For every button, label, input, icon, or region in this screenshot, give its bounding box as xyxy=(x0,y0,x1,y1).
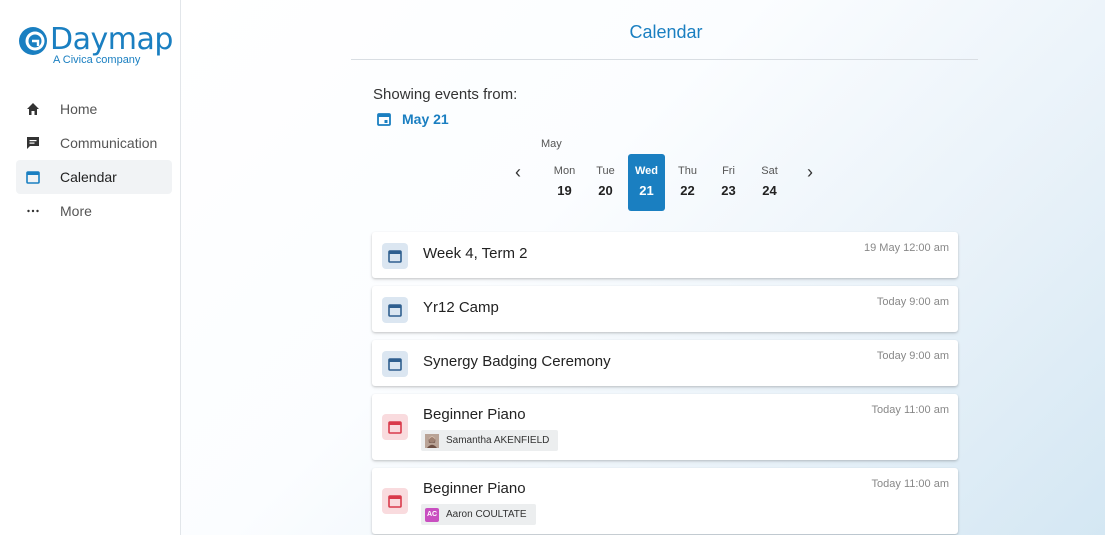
brand-name: Daymap xyxy=(50,22,173,57)
home-icon xyxy=(24,100,42,118)
day-thu[interactable]: Thu 22 xyxy=(669,154,706,211)
event-calendar-icon xyxy=(382,488,408,514)
event-title: Synergy Badging Ceremony xyxy=(423,353,611,370)
event-card[interactable]: Beginner Piano Today 11:00 am AC Aaron C… xyxy=(372,468,958,534)
chevron-right-icon: › xyxy=(807,161,813,182)
daymap-logo-icon xyxy=(19,27,47,55)
event-title: Week 4, Term 2 xyxy=(423,245,528,262)
brand-subtitle: A Civica company xyxy=(53,54,141,66)
daymap-logo[interactable]: Daymap A Civica company xyxy=(18,22,173,72)
sidebar-item-label: Home xyxy=(60,101,98,117)
sidebar-item-calendar[interactable]: Calendar xyxy=(16,160,172,194)
date-picker-button[interactable]: May 21 xyxy=(376,111,449,127)
calendar-icon xyxy=(24,168,42,186)
event-time: Today 9:00 am xyxy=(876,350,949,362)
event-card[interactable]: Synergy Badging Ceremony Today 9:00 am xyxy=(372,340,958,386)
event-list: Week 4, Term 2 19 May 12:00 am Yr12 Camp… xyxy=(372,232,958,535)
day-name: Tue xyxy=(596,165,615,177)
event-time: Today 9:00 am xyxy=(876,296,949,308)
sidebar-item-communication[interactable]: Communication xyxy=(16,126,172,160)
day-date: 24 xyxy=(762,183,777,198)
person-chip[interactable]: AC Aaron COULTATE xyxy=(421,504,536,525)
sidebar-item-label: Calendar xyxy=(60,169,117,185)
event-title: Beginner Piano xyxy=(423,406,526,423)
showing-events-label: Showing events from: xyxy=(373,86,518,103)
main-content: Calendar Showing events from: May 21 May… xyxy=(181,0,1105,535)
day-date: 19 xyxy=(557,183,572,198)
day-name: Sat xyxy=(761,165,778,177)
sidebar-item-label: More xyxy=(60,203,92,219)
day-mon[interactable]: Mon 19 xyxy=(546,154,583,211)
sidebar-item-label: Communication xyxy=(60,135,158,151)
event-time: Today 11:00 am xyxy=(871,404,949,416)
more-dots-icon xyxy=(24,202,42,220)
selected-date: May 21 xyxy=(402,111,449,127)
event-calendar-icon xyxy=(382,297,408,323)
day-name: Mon xyxy=(553,165,576,177)
sidebar: Daymap A Civica company Home Communicati… xyxy=(0,0,181,535)
event-time: Today 11:00 am xyxy=(871,478,949,490)
day-tue[interactable]: Tue 20 xyxy=(587,154,624,211)
day-name: Thu xyxy=(678,165,697,177)
next-week-button[interactable]: › xyxy=(801,160,819,184)
event-card[interactable]: Week 4, Term 2 19 May 12:00 am xyxy=(372,232,958,278)
title-divider xyxy=(351,59,978,60)
day-date: 20 xyxy=(598,183,613,198)
sidebar-item-more[interactable]: More xyxy=(16,194,172,228)
prev-week-button[interactable]: ‹ xyxy=(509,160,527,184)
day-selector: Mon 19 Tue 20 Wed 21 Thu 22 Fri 23 Sat 2… xyxy=(546,154,792,211)
avatar-initials: AC xyxy=(425,507,439,522)
avatar xyxy=(425,433,439,448)
event-calendar-icon xyxy=(382,243,408,269)
calendar-icon xyxy=(377,113,391,126)
event-card[interactable]: Beginner Piano Today 11:00 am Samantha A… xyxy=(372,394,958,460)
person-chip[interactable]: Samantha AKENFIELD xyxy=(421,430,559,451)
event-title: Yr12 Camp xyxy=(423,299,499,316)
event-title: Beginner Piano xyxy=(423,480,526,497)
day-date: 22 xyxy=(680,183,695,198)
day-fri[interactable]: Fri 23 xyxy=(710,154,747,211)
chevron-left-icon: ‹ xyxy=(515,161,521,182)
sidebar-nav: Home Communication Calendar More xyxy=(16,92,172,228)
day-date: 23 xyxy=(721,183,736,198)
message-icon xyxy=(24,134,42,152)
event-calendar-icon xyxy=(382,414,408,440)
event-card[interactable]: Yr12 Camp Today 9:00 am xyxy=(372,286,958,332)
person-name: Samantha AKENFIELD xyxy=(446,435,550,446)
person-name: Aaron COULTATE xyxy=(446,509,527,520)
month-label: May xyxy=(541,138,562,150)
day-wed[interactable]: Wed 21 xyxy=(628,154,665,211)
event-time: 19 May 12:00 am xyxy=(864,242,949,254)
day-name: Fri xyxy=(722,165,735,177)
day-date: 21 xyxy=(639,183,654,198)
day-sat[interactable]: Sat 24 xyxy=(751,154,788,211)
event-calendar-icon xyxy=(382,351,408,377)
day-name: Wed xyxy=(634,165,659,177)
sidebar-item-home[interactable]: Home xyxy=(16,92,172,126)
page-title: Calendar xyxy=(629,22,703,42)
